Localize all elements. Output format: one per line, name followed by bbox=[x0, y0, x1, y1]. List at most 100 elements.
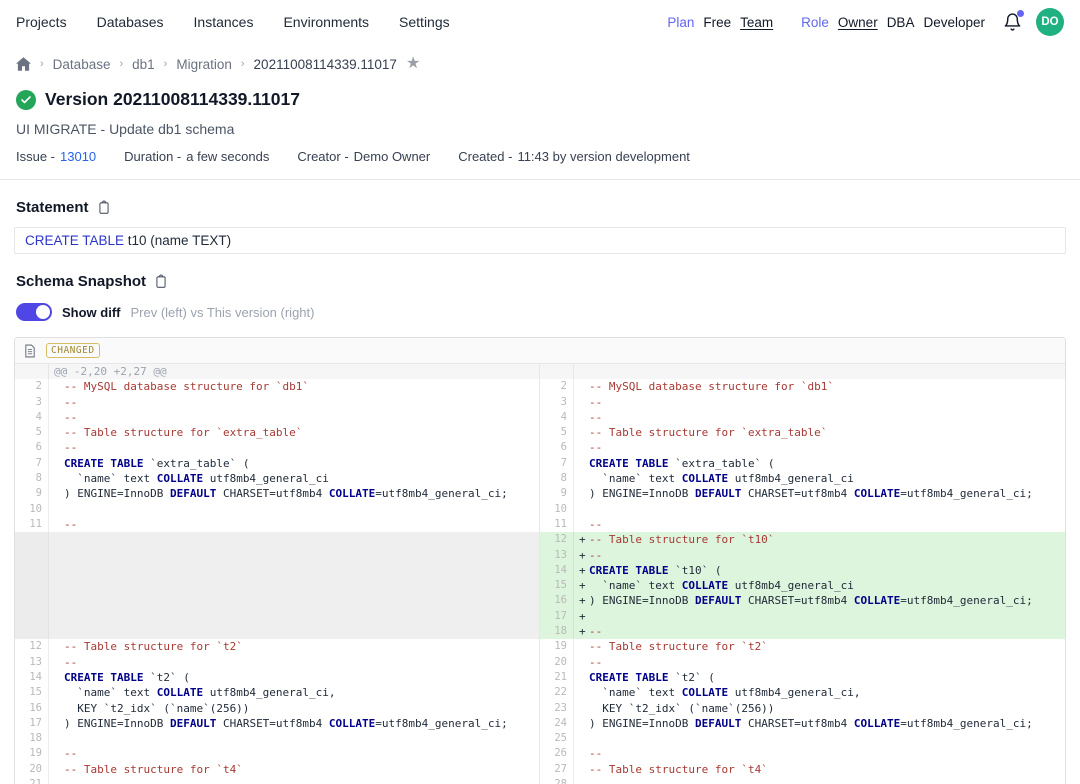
code-line: -- bbox=[574, 410, 1065, 425]
code-line bbox=[49, 563, 539, 578]
diff-row: 4-- bbox=[15, 410, 539, 425]
role-option-owner[interactable]: Owner bbox=[838, 15, 878, 30]
diff-row: 20-- bbox=[540, 655, 1065, 670]
diff-row: 12-- Table structure for `t2` bbox=[15, 639, 539, 654]
user-avatar[interactable]: DO bbox=[1036, 8, 1064, 36]
diff-marker: + bbox=[579, 532, 589, 547]
diff-row: 8 `name` text COLLATE utf8mb4_general_ci bbox=[15, 471, 539, 486]
code-line: +-- Table structure for `t10` bbox=[574, 532, 1065, 547]
code-line: + bbox=[574, 609, 1065, 624]
breadcrumb-migration[interactable]: Migration bbox=[176, 57, 232, 72]
breadcrumb-db1[interactable]: db1 bbox=[132, 57, 155, 72]
nav-item-settings[interactable]: Settings bbox=[399, 14, 450, 30]
nav-item-environments[interactable]: Environments bbox=[283, 14, 369, 30]
diff-row: 5-- Table structure for `extra_table` bbox=[15, 425, 539, 440]
diff-row: 9) ENGINE=InnoDB DEFAULT CHARSET=utf8mb4… bbox=[540, 486, 1065, 501]
diff-row: 21CREATE TABLE `t2` ( bbox=[540, 670, 1065, 685]
code-line: + `name` text COLLATE utf8mb4_general_ci bbox=[574, 578, 1065, 593]
diff-row: 12+-- Table structure for `t10` bbox=[540, 532, 1065, 547]
line-number: 6 bbox=[15, 440, 49, 455]
line-number: 27 bbox=[540, 762, 574, 777]
line-number: 11 bbox=[540, 517, 574, 532]
schema-diff-panel: CHANGED @@ -2,20 +2,27 @@2-- MySQL datab… bbox=[14, 337, 1066, 784]
code-line: -- bbox=[574, 746, 1065, 761]
line-number bbox=[15, 609, 49, 624]
diff-row bbox=[15, 624, 539, 639]
code-line: -- bbox=[49, 410, 539, 425]
diff-header: CHANGED bbox=[15, 338, 1065, 364]
code-line bbox=[574, 364, 1065, 379]
line-number: 4 bbox=[540, 410, 574, 425]
line-number: 26 bbox=[540, 746, 574, 761]
diff-marker: + bbox=[579, 593, 589, 608]
code-line: -- bbox=[49, 517, 539, 532]
diff-row bbox=[15, 548, 539, 563]
schema-snapshot-section-head: Schema Snapshot bbox=[0, 273, 1080, 290]
star-icon[interactable]: ★ bbox=[406, 56, 420, 72]
code-line: -- MySQL database structure for `db1` bbox=[49, 379, 539, 394]
diff-row: 11-- bbox=[15, 517, 539, 532]
diff-marker: + bbox=[579, 609, 589, 624]
diff-row: 13-- bbox=[15, 655, 539, 670]
diff-row: @@ -2,20 +2,27 @@ bbox=[15, 364, 539, 379]
code-line: ) ENGINE=InnoDB DEFAULT CHARSET=utf8mb4 … bbox=[574, 716, 1065, 731]
line-number: 28 bbox=[540, 777, 574, 784]
diff-row: 19-- Table structure for `t2` bbox=[540, 639, 1065, 654]
plan-team-link[interactable]: Team bbox=[740, 15, 773, 30]
plan-label: Plan bbox=[667, 15, 694, 30]
notification-bell-icon[interactable] bbox=[1003, 12, 1022, 32]
code-line: -- MySQL database structure for `db1` bbox=[574, 379, 1065, 394]
role-option-dba[interactable]: DBA bbox=[887, 15, 915, 30]
line-number: 9 bbox=[540, 486, 574, 501]
diff-row bbox=[15, 609, 539, 624]
diff-row: 22 `name` text COLLATE utf8mb4_general_c… bbox=[540, 685, 1065, 700]
line-number: 2 bbox=[540, 379, 574, 394]
issue-link[interactable]: 13010 bbox=[60, 149, 96, 164]
diff-row: 21-- bbox=[15, 777, 539, 784]
diff-row: 11-- bbox=[540, 517, 1065, 532]
diff-row: 16+) ENGINE=InnoDB DEFAULT CHARSET=utf8m… bbox=[540, 593, 1065, 608]
migration-type-line: UI MIGRATE - Update db1 schema bbox=[0, 121, 1080, 137]
code-line: -- Table structure for `t2` bbox=[49, 639, 539, 654]
nav-item-databases[interactable]: Databases bbox=[97, 14, 164, 30]
nav-item-projects[interactable]: Projects bbox=[16, 14, 67, 30]
breadcrumb-separator: › bbox=[164, 58, 168, 70]
code-line: CREATE TABLE `t2` ( bbox=[574, 670, 1065, 685]
code-line: -- bbox=[49, 395, 539, 410]
code-line: -- Table structure for `t4` bbox=[574, 762, 1065, 777]
home-icon[interactable] bbox=[16, 57, 31, 71]
nav-item-instances[interactable]: Instances bbox=[194, 14, 254, 30]
line-number: 21 bbox=[540, 670, 574, 685]
code-line: -- Table structure for `extra_table` bbox=[574, 425, 1065, 440]
line-number: 24 bbox=[540, 716, 574, 731]
code-line: `name` text COLLATE utf8mb4_general_ci, bbox=[49, 685, 539, 700]
notification-dot bbox=[1017, 10, 1024, 17]
diff-row: 2-- MySQL database structure for `db1` bbox=[15, 379, 539, 394]
section-divider bbox=[0, 179, 1080, 180]
show-diff-toggle[interactable] bbox=[16, 303, 52, 321]
sql-keyword: CREATE TABLE bbox=[25, 233, 124, 248]
diff-row: 16 KEY `t2_idx` (`name`(256)) bbox=[15, 701, 539, 716]
code-line: ) ENGINE=InnoDB DEFAULT CHARSET=utf8mb4 … bbox=[49, 716, 539, 731]
code-line: `name` text COLLATE utf8mb4_general_ci, bbox=[574, 685, 1065, 700]
line-number: 4 bbox=[15, 410, 49, 425]
statement-section-head: Statement bbox=[0, 199, 1080, 216]
success-check-icon bbox=[16, 90, 36, 110]
meta-duration-value: a few seconds bbox=[186, 149, 269, 164]
breadcrumb-database[interactable]: Database bbox=[53, 57, 111, 72]
show-diff-label: Show diff bbox=[62, 305, 121, 320]
clipboard-copy-icon[interactable] bbox=[154, 274, 168, 289]
breadcrumb-version: 20211008114339.11017 bbox=[254, 57, 397, 72]
line-number bbox=[15, 548, 49, 563]
line-number: 16 bbox=[15, 701, 49, 716]
diff-row: 3-- bbox=[15, 395, 539, 410]
line-number: 13 bbox=[15, 655, 49, 670]
diff-row: 8 `name` text COLLATE utf8mb4_general_ci bbox=[540, 471, 1065, 486]
line-number: 16 bbox=[540, 593, 574, 608]
role-option-developer[interactable]: Developer bbox=[923, 15, 985, 30]
line-number: 14 bbox=[15, 670, 49, 685]
code-line: ) ENGINE=InnoDB DEFAULT CHARSET=utf8mb4 … bbox=[574, 486, 1065, 501]
diff-marker: + bbox=[579, 624, 589, 639]
clipboard-copy-icon[interactable] bbox=[97, 200, 111, 215]
diff-row: 5-- Table structure for `extra_table` bbox=[540, 425, 1065, 440]
